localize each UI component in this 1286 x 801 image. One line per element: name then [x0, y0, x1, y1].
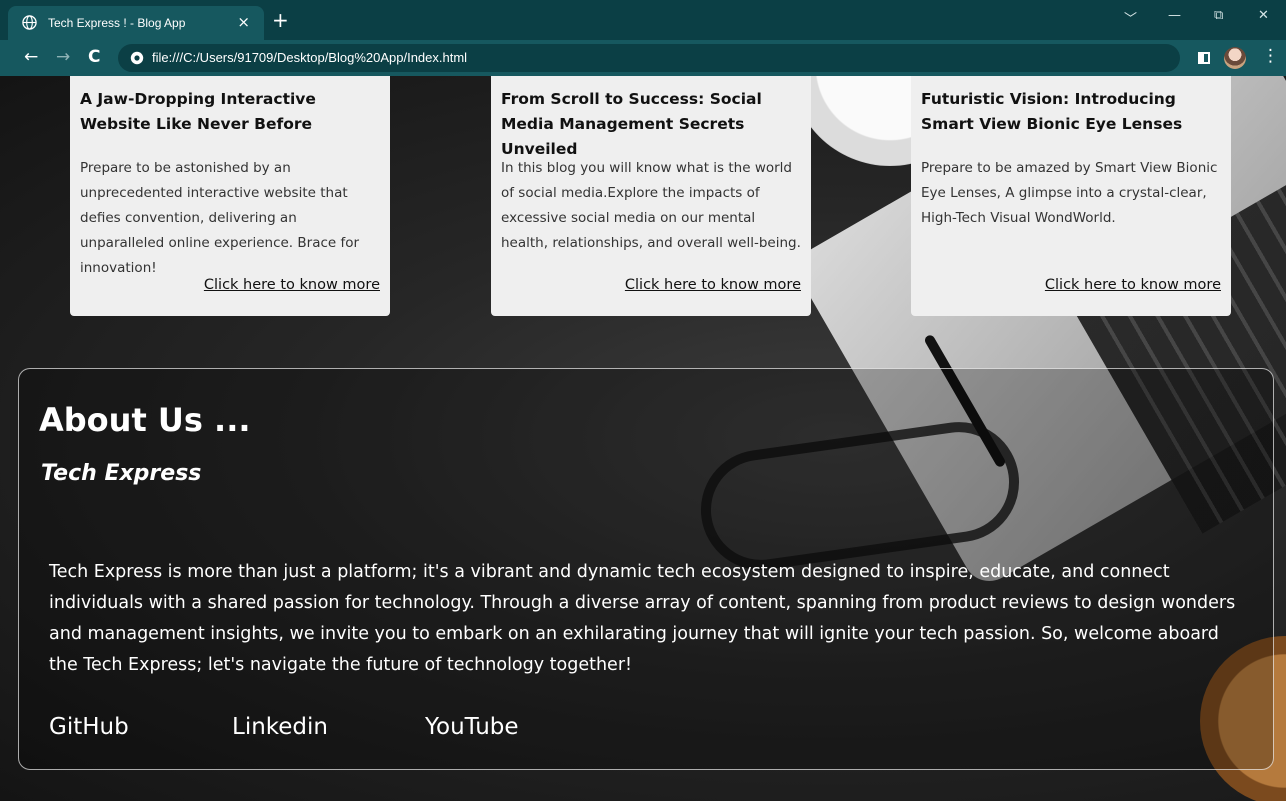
browser-toolbar: ← → C file:///C:/Users/91709/Desktop/Blo… [0, 40, 1286, 76]
github-link[interactable]: GitHub [49, 714, 129, 740]
side-panel-icon[interactable] [1198, 52, 1210, 64]
blog-card: Futuristic Vision: Introducing Smart Vie… [911, 76, 1231, 316]
blog-card-link[interactable]: Click here to know more [204, 277, 380, 293]
blog-card-title: From Scroll to Success: Social Media Man… [501, 90, 762, 158]
back-button[interactable]: ← [24, 47, 38, 67]
about-description: Tech Express is more than just a platfor… [49, 562, 1236, 675]
about-section: About Us ... Tech Express Tech Express i… [18, 368, 1274, 770]
menu-icon[interactable]: ⋮ [1262, 46, 1279, 66]
blog-card-text: Prepare to be astonished by an unprecede… [80, 160, 360, 276]
reload-button[interactable]: C [88, 47, 100, 67]
address-bar[interactable]: file:///C:/Users/91709/Desktop/Blog%20Ap… [118, 44, 1180, 72]
tab-search-button[interactable]: ﹀ [1124, 8, 1137, 27]
about-heading: About Us ... [39, 401, 251, 439]
new-tab-button[interactable]: + [272, 8, 289, 32]
tab-title: Tech Express ! - Blog App [48, 16, 186, 30]
page-viewport: A Jaw-Dropping Interactive Website Like … [0, 76, 1286, 801]
blog-card-link[interactable]: Click here to know more [1045, 277, 1221, 293]
restore-button[interactable]: ⧉ [1214, 8, 1223, 23]
youtube-link[interactable]: YouTube [425, 714, 519, 740]
about-subheading: Tech Express [41, 461, 202, 486]
linkedin-link[interactable]: Linkedin [232, 714, 328, 740]
blog-card-text: In this blog you will know what is the w… [501, 160, 801, 251]
blog-card-title: A Jaw-Dropping Interactive Website Like … [80, 90, 316, 133]
blog-card: A Jaw-Dropping Interactive Website Like … [70, 76, 390, 316]
browser-tab[interactable]: Tech Express ! - Blog App × [8, 6, 264, 40]
minimize-button[interactable]: — [1168, 8, 1181, 23]
tab-close-icon[interactable]: × [237, 13, 250, 31]
close-window-button[interactable]: ✕ [1258, 8, 1269, 23]
globe-icon [22, 15, 37, 30]
browser-tab-bar: Tech Express ! - Blog App × + ﹀ — ⧉ ✕ [0, 0, 1286, 40]
url-text[interactable]: file:///C:/Users/91709/Desktop/Blog%20Ap… [152, 50, 467, 65]
blog-card-link[interactable]: Click here to know more [625, 277, 801, 293]
blog-card-text: Prepare to be amazed by Smart View Bioni… [921, 160, 1218, 226]
info-icon[interactable] [130, 51, 144, 65]
profile-avatar[interactable] [1224, 47, 1246, 69]
blog-card: From Scroll to Success: Social Media Man… [491, 76, 811, 316]
forward-button[interactable]: → [56, 47, 70, 67]
blog-card-title: Futuristic Vision: Introducing Smart Vie… [921, 90, 1183, 133]
